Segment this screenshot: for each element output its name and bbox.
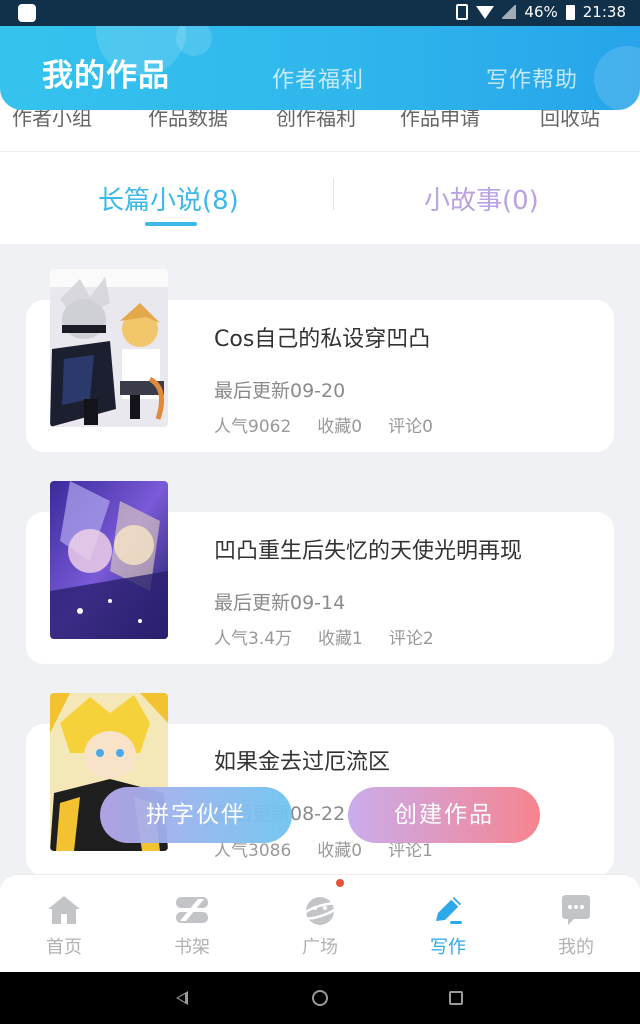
top-header: 我的作品 作者福利 写作帮助	[0, 26, 640, 110]
bookshelf-icon	[176, 897, 208, 923]
tab-writing-help[interactable]: 写作帮助	[486, 62, 578, 94]
wifi-icon	[476, 5, 495, 19]
chat-bubble-icon	[562, 895, 590, 925]
work-popularity: 人气9062	[214, 417, 292, 437]
decor-bubble	[594, 46, 640, 110]
category-tabs: 长篇小说(8) 小故事(0)	[0, 152, 640, 244]
nav-item-bookshelf[interactable]: 书架	[128, 875, 256, 973]
nav-label: 书架	[174, 937, 210, 958]
work-comments: 评论2	[388, 629, 434, 649]
nav-item-write[interactable]: 写作	[384, 875, 512, 973]
status-bar: 46% 21:38	[0, 0, 640, 26]
home-icon	[48, 896, 80, 924]
clock: 21:38	[582, 3, 626, 21]
nav-item-plaza[interactable]: 广场	[256, 875, 384, 973]
recents-icon[interactable]	[449, 991, 463, 1005]
work-title[interactable]: 如果金去过厄流区	[214, 744, 390, 776]
tab-divider	[333, 178, 334, 210]
vibrate-icon	[456, 4, 469, 20]
nav-label: 首页	[46, 937, 82, 958]
cover-art-1	[50, 269, 168, 427]
work-cover-image[interactable]	[50, 269, 168, 427]
work-cover-image[interactable]	[50, 481, 168, 639]
home-circle-icon[interactable]	[312, 990, 328, 1006]
nav-label: 写作	[430, 937, 466, 958]
nav-label: 广场	[302, 937, 338, 958]
nav-item-me[interactable]: 我的	[512, 875, 640, 973]
work-title[interactable]: 凹凸重生后失忆的天使光明再现	[214, 533, 522, 565]
notification-dot	[336, 879, 344, 887]
work-stats: 人气9062 收藏0 评论0	[214, 412, 459, 437]
work-comments: 评论1	[388, 841, 433, 861]
decor-bubble	[176, 26, 212, 56]
work-favorites: 收藏0	[317, 417, 363, 437]
work-title[interactable]: Cos自己的私设穿凹凸	[214, 321, 430, 353]
work-comments: 评论0	[388, 417, 433, 437]
work-popularity: 人气3.4万	[214, 629, 293, 649]
tab-author-benefits[interactable]: 作者福利	[272, 62, 364, 94]
back-icon[interactable]	[176, 991, 188, 1005]
header-title-my-works[interactable]: 我的作品	[42, 50, 170, 95]
work-favorites: 收藏1	[318, 629, 363, 649]
cover-art-2	[50, 481, 168, 639]
pen-icon	[436, 897, 462, 924]
no-signal-icon	[502, 5, 517, 19]
status-icons: 46% 21:38	[456, 3, 626, 21]
tab-long-novels[interactable]: 长篇小说(8)	[98, 180, 239, 217]
system-nav-bar	[0, 972, 640, 1024]
notification-app-icon	[18, 4, 36, 22]
work-popularity: 人气3086	[214, 841, 292, 861]
create-work-button[interactable]: 创建作品	[348, 787, 540, 843]
planet-icon	[302, 897, 338, 925]
battery-icon	[565, 4, 575, 20]
nav-label: 我的	[558, 937, 594, 958]
writing-partner-button[interactable]: 拼字伙伴	[100, 787, 292, 843]
work-stats: 人气3.4万 收藏1 评论2	[214, 624, 460, 649]
battery-percent: 46%	[524, 3, 558, 21]
nav-item-home[interactable]: 首页	[0, 875, 128, 973]
tab-short-stories[interactable]: 小故事(0)	[424, 180, 539, 217]
work-last-updated: 最后更新09-20	[214, 380, 346, 402]
work-last-updated: 最后更新09-14	[214, 592, 346, 614]
work-favorites: 收藏0	[317, 841, 363, 861]
bottom-nav: 首页 书架 广场 写作 我的	[0, 874, 640, 972]
active-tab-indicator	[145, 222, 197, 226]
